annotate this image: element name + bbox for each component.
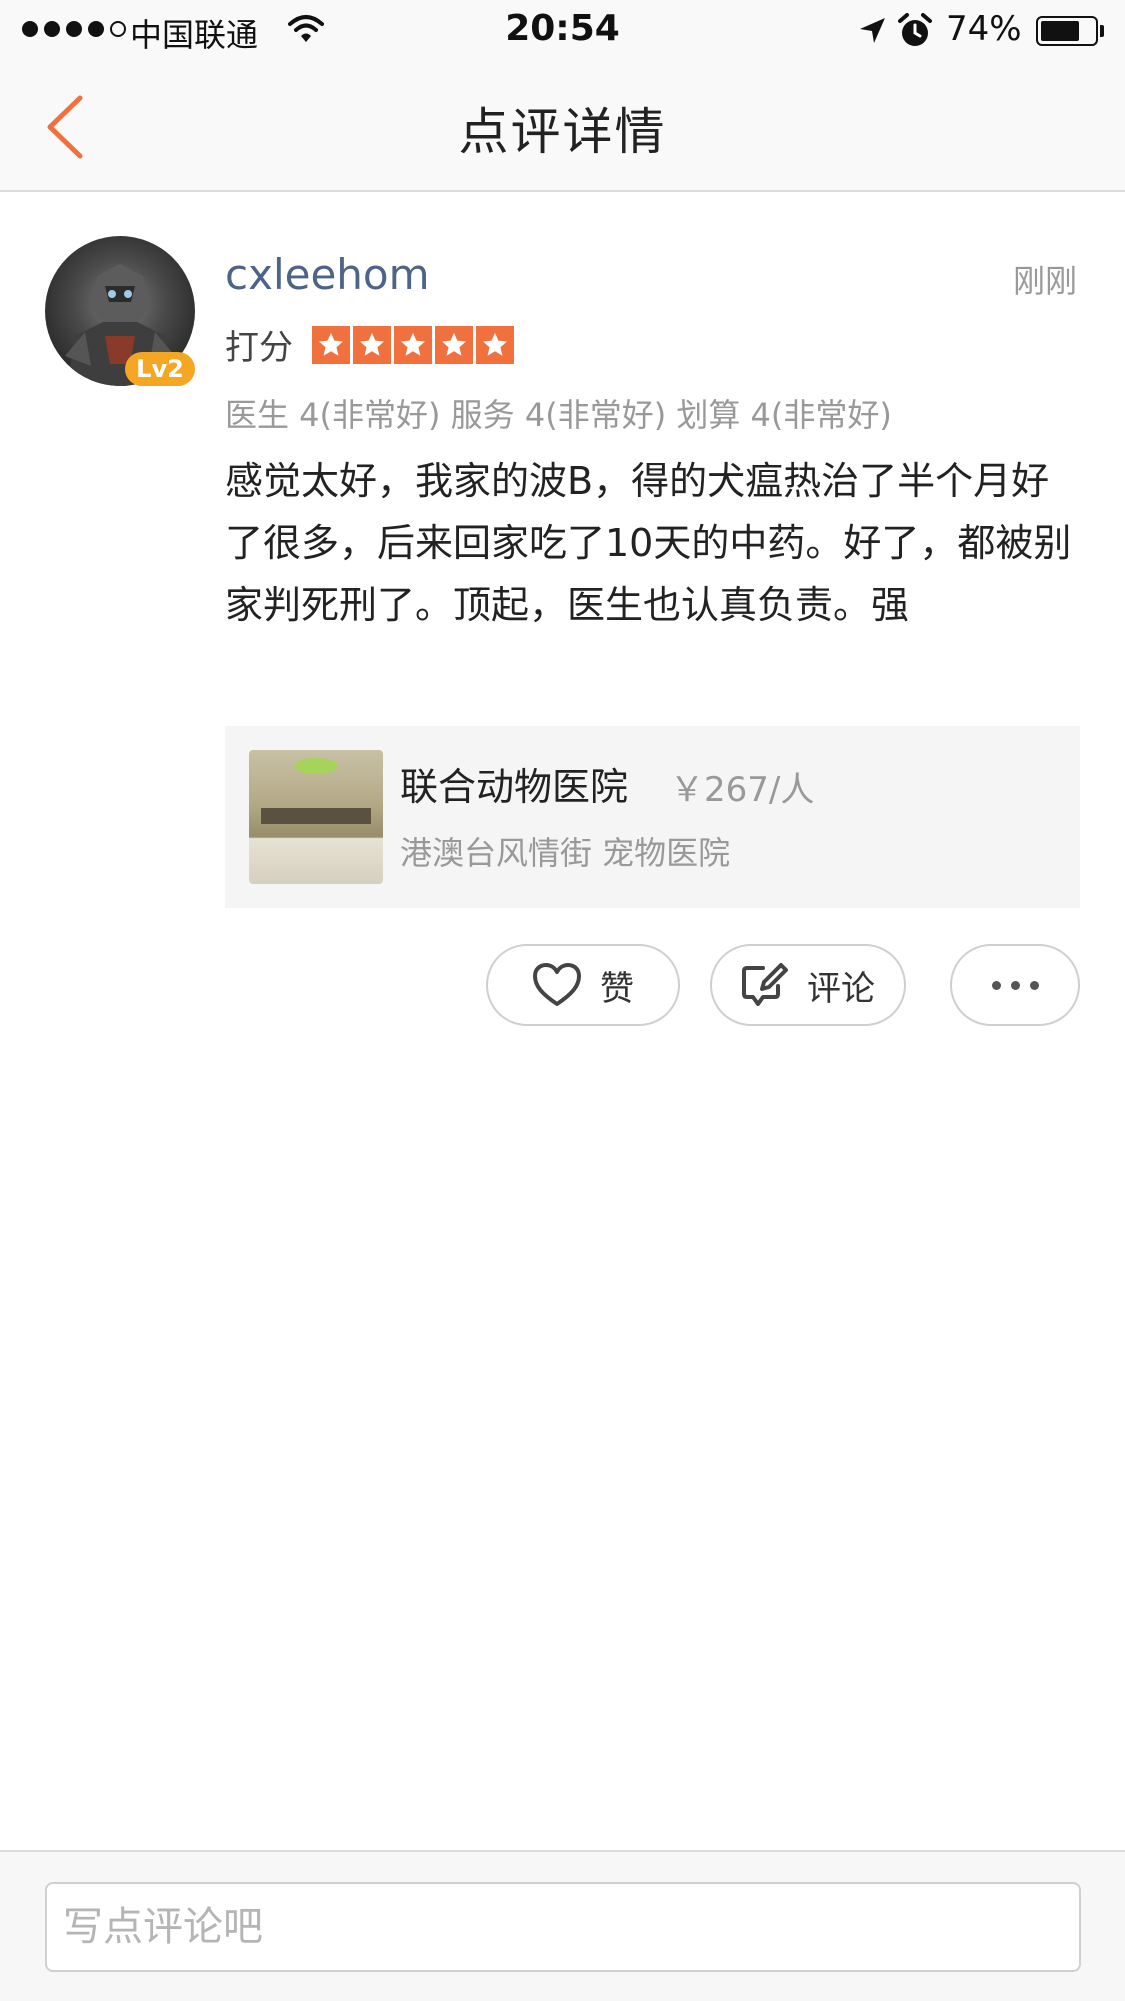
battery-tip — [1100, 25, 1104, 37]
battery-icon — [1036, 16, 1098, 46]
comment-input[interactable] — [45, 1882, 1081, 1972]
page-title: 点评详情 — [458, 103, 667, 161]
star-icon — [476, 326, 514, 364]
rating-label: 打分 — [225, 328, 293, 368]
shop-thumbnail — [249, 750, 383, 884]
star-rating — [312, 326, 514, 364]
like-label: 赞 — [600, 968, 634, 1009]
username[interactable]: cxleehom — [225, 250, 430, 299]
heart-icon — [533, 963, 581, 1006]
edit-comment-icon — [742, 963, 788, 1006]
thumbnail-wall-sign — [261, 808, 371, 824]
comment-label: 评论 — [807, 968, 875, 1009]
thumbnail-ceiling-light — [294, 758, 338, 774]
review-timestamp: 刚刚 — [1012, 262, 1077, 300]
battery-percentage: 74% — [946, 9, 1022, 49]
shop-name: 联合动物医院 — [400, 765, 629, 809]
ellipsis-icon — [991, 980, 1039, 990]
shop-price: ￥267/人 — [670, 770, 815, 810]
shop-card[interactable]: 联合动物医院 ￥267/人 港澳台风情街 宠物医院 — [225, 726, 1080, 908]
star-icon — [435, 326, 473, 364]
comment-bar — [0, 1850, 1125, 2001]
location-arrow-icon — [860, 18, 885, 43]
star-icon — [312, 326, 350, 364]
review-text: 感觉太好，我家的波B，得的犬瘟热治了半个月好了很多，后来回家吃了10天的中药。好… — [225, 459, 1072, 627]
star-icon — [353, 326, 391, 364]
status-bar: 中国联通 20:54 74% — [0, 0, 1125, 64]
star-icon — [394, 326, 432, 364]
shop-location-category: 港澳台风情街 宠物医院 — [400, 834, 731, 872]
like-button[interactable]: 赞 — [486, 944, 680, 1026]
comment-button[interactable]: 评论 — [710, 944, 906, 1026]
sub-scores: 医生 4(非常好) 服务 4(非常好) 划算 4(非常好) — [225, 396, 892, 434]
battery-level — [1041, 21, 1080, 41]
level-badge: Lv2 — [125, 352, 195, 386]
more-options-button[interactable] — [950, 944, 1080, 1026]
nav-bar: 点评详情 — [0, 64, 1125, 192]
alarm-clock-icon — [898, 13, 932, 46]
